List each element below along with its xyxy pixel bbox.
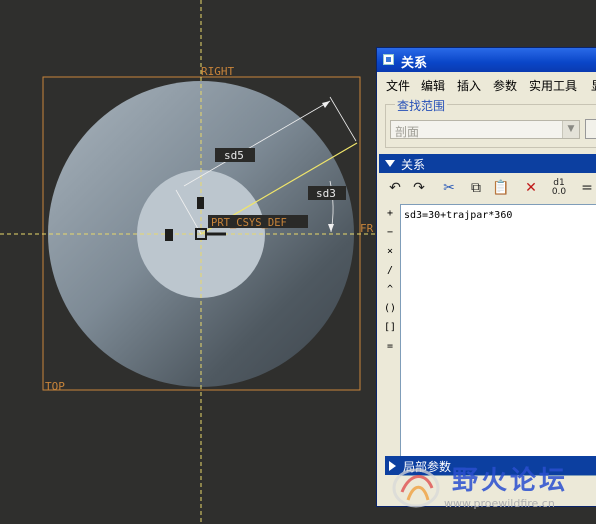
menu-utilities[interactable]: 实用工具 xyxy=(529,77,577,94)
op-plus[interactable]: + xyxy=(383,208,397,219)
redo-icon[interactable]: ↷ xyxy=(409,178,429,198)
dim-sd3-label[interactable]: sd3 xyxy=(316,187,336,200)
relation-line: sd3=30+trajpar*360 xyxy=(404,210,513,221)
paste-icon[interactable]: 📋 xyxy=(491,178,511,198)
relations-dialog[interactable]: 关系 文件 编辑 插入 参数 实用工具 显 查找范围 剖面 ▼ 关系 ↶ ↷ ✂… xyxy=(376,47,596,507)
dialog-title-bar[interactable]: 关系 xyxy=(377,48,596,72)
look-in-value: 剖面 xyxy=(395,125,420,139)
chevron-down-icon[interactable]: ▼ xyxy=(562,121,579,138)
local-parameters-header[interactable]: 局部参数 xyxy=(385,456,596,475)
op-parens[interactable]: () xyxy=(383,303,397,314)
copy-icon[interactable]: ⧉ xyxy=(466,178,486,198)
datum-right-label[interactable]: RIGHT xyxy=(201,65,234,78)
delete-icon[interactable]: ✕ xyxy=(521,178,541,198)
look-in-label: 查找范围 xyxy=(395,97,448,114)
relations-editor[interactable]: sd3=30+trajpar*360 xyxy=(400,204,596,476)
menu-file[interactable]: 文件 xyxy=(386,77,410,94)
csys-marker-y xyxy=(197,197,204,209)
op-minus[interactable]: − xyxy=(383,227,397,238)
csys-marker-x xyxy=(165,229,173,241)
menu-parameters[interactable]: 参数 xyxy=(493,77,517,94)
op-brackets[interactable]: [] xyxy=(383,322,397,333)
dialog-title: 关系 xyxy=(401,56,428,71)
datum-front-label[interactable]: FR xyxy=(360,222,374,235)
menu-bar: 文件 编辑 插入 参数 实用工具 显 xyxy=(377,73,596,93)
menu-insert[interactable]: 插入 xyxy=(457,77,481,94)
sd5-arrow xyxy=(322,101,330,108)
dim-sd5-label[interactable]: sd5 xyxy=(224,149,244,162)
relations-section-label: 关系 xyxy=(401,158,426,172)
relations-section-header[interactable]: 关系 xyxy=(379,154,596,173)
switch-dims-icon[interactable]: d1 0.0 xyxy=(549,178,569,198)
sd5-extension-line xyxy=(329,96,357,142)
op-multiply[interactable]: × xyxy=(383,246,397,257)
menu-show[interactable]: 显 xyxy=(591,77,596,94)
eval-icon[interactable]: = xyxy=(577,178,596,198)
menu-edit[interactable]: 编辑 xyxy=(421,77,445,94)
expand-arrow-icon xyxy=(389,461,396,471)
collapse-arrow-icon xyxy=(385,160,395,167)
window-icon xyxy=(383,54,394,65)
csys-label[interactable]: PRT_CSYS_DEF xyxy=(211,217,287,229)
op-equals[interactable]: = xyxy=(383,341,397,352)
undo-icon[interactable]: ↶ xyxy=(385,178,405,198)
look-in-select[interactable]: 剖面 ▼ xyxy=(390,120,580,139)
relations-toolbar: ↶ ↷ ✂ ⧉ 📋 ✕ d1 0.0 = xyxy=(379,176,596,202)
op-divide[interactable]: / xyxy=(383,265,397,276)
datum-top-label[interactable]: TOP xyxy=(45,380,65,393)
op-power[interactable]: ^ xyxy=(383,284,397,295)
select-object-button[interactable] xyxy=(585,119,596,139)
cut-icon[interactable]: ✂ xyxy=(439,178,459,198)
local-parameters-label: 局部参数 xyxy=(403,460,452,474)
